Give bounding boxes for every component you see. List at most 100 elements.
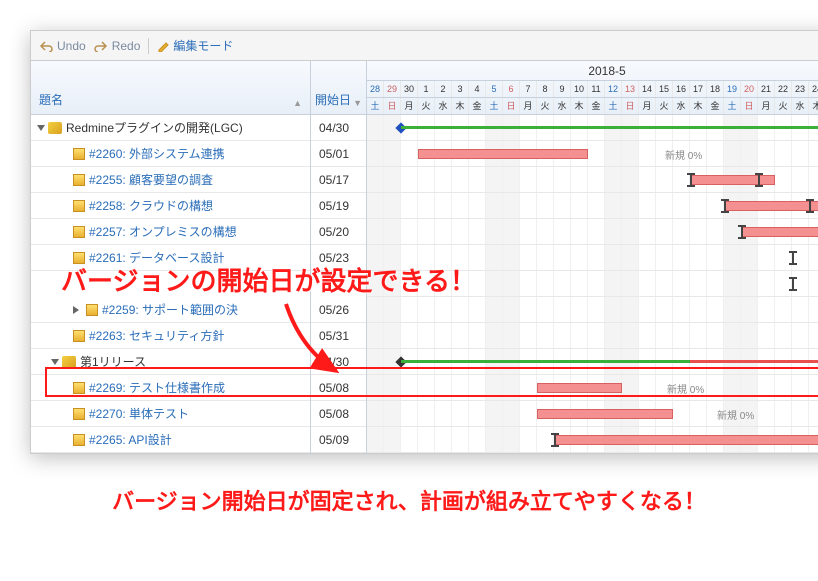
date-cell: 05/20 [311, 219, 366, 245]
day-num: 4 [469, 81, 486, 97]
task-row[interactable]: #2255: 顧客要望の調査 [31, 167, 310, 193]
weekday: 月 [520, 98, 537, 114]
toolbar: Undo Redo 編集モード [31, 31, 818, 61]
day-num: 12 [605, 81, 622, 97]
summary-bar[interactable] [690, 360, 818, 363]
date-cell: 05/17 [311, 167, 366, 193]
day-num: 6 [503, 81, 520, 97]
day-num: 18 [707, 81, 724, 97]
row-subject: #2258: クラウドの構想 [89, 197, 213, 214]
day-num: 15 [656, 81, 673, 97]
task-row[interactable]: #2269: テスト仕様書作成 [31, 375, 310, 401]
status-label: 新規 0% [717, 407, 754, 422]
task-row[interactable]: #2258: クラウドの構想 [31, 193, 310, 219]
edit-mode-button[interactable]: 編集モード [157, 37, 233, 54]
row-subject: #2265: API設計 [89, 431, 172, 448]
task-icon [73, 200, 85, 212]
day-num: 2 [435, 81, 452, 97]
row-subject: #2259: サポート範囲の決 [102, 301, 238, 318]
day-num: 29 [384, 81, 401, 97]
gantt-row [367, 349, 818, 375]
bar-handle-icon[interactable] [741, 225, 743, 239]
gantt-row: 新規 0 [367, 219, 818, 245]
row-subject: #2257: オンプレミスの構想 [89, 223, 237, 240]
bar-handle-icon[interactable] [724, 199, 726, 213]
weekday: 土 [486, 98, 503, 114]
weekday: 水 [554, 98, 571, 114]
day-num: 7 [520, 81, 537, 97]
weekday: 火 [537, 98, 554, 114]
task-bar[interactable] [554, 435, 818, 445]
main-area: 題名 ▲ Redmineプラグインの開発(LGC)#2260: 外部システム連携… [31, 61, 818, 453]
summary-bar[interactable] [401, 360, 690, 363]
task-bar[interactable] [724, 201, 818, 211]
task-row[interactable]: #2270: 単体テスト [31, 401, 310, 427]
gantt-row: 新規 0% [367, 141, 818, 167]
weekday: 水 [792, 98, 809, 114]
group-row[interactable]: Redmineプラグインの開発(LGC) [31, 115, 310, 141]
day-num: 17 [690, 81, 707, 97]
gantt-header: 2018-5 282930123456789101112131415161718… [367, 61, 818, 115]
subject-header[interactable]: 題名 ▲ [31, 61, 310, 115]
task-row[interactable]: #2260: 外部システム連携 [31, 141, 310, 167]
date-cell: 05/31 [311, 323, 366, 349]
weekday: 火 [418, 98, 435, 114]
weekday: 木 [690, 98, 707, 114]
redo-label: Redo [112, 39, 141, 53]
weekday: 火 [656, 98, 673, 114]
task-row[interactable]: #2259: サポート範囲の決 [31, 297, 310, 323]
gantt-row [367, 297, 818, 323]
gantt-row: 新規 0% [367, 375, 818, 401]
task-icon [73, 226, 85, 238]
task-row[interactable]: #2265: API設計 [31, 427, 310, 453]
redo-icon [94, 40, 108, 52]
task-bar[interactable] [690, 175, 775, 185]
task-bar[interactable] [741, 227, 818, 237]
row-subject: 第1リリース [80, 353, 146, 370]
gantt-row [367, 245, 818, 271]
day-numbers: 2829301234567891011121314151617181920212… [367, 81, 818, 98]
day-num: 1 [418, 81, 435, 97]
task-row[interactable]: #2257: オンプレミスの構想 [31, 219, 310, 245]
date-header[interactable]: 開始日 ▼ [311, 61, 366, 115]
summary-bar[interactable] [401, 126, 818, 129]
task-icon [73, 408, 85, 420]
task-row[interactable]: #2263: セキュリティ方針 [31, 323, 310, 349]
row-subject: #2261: データベース設計 [89, 249, 224, 266]
group-row[interactable]: 第1リリース [31, 349, 310, 375]
bar-handle-icon[interactable] [809, 199, 811, 213]
gantt-row [367, 271, 818, 297]
weekday: 金 [588, 98, 605, 114]
day-num: 23 [792, 81, 809, 97]
expand-icon[interactable] [37, 125, 45, 131]
weekday: 水 [673, 98, 690, 114]
bar-handle-icon[interactable] [554, 433, 556, 447]
gantt-row [367, 115, 818, 141]
day-num: 16 [673, 81, 690, 97]
day-num: 30 [401, 81, 418, 97]
subject-header-label: 題名 [39, 91, 63, 108]
bar-handle-icon[interactable] [690, 173, 692, 187]
sort-icon[interactable]: ▼ [353, 98, 362, 108]
day-num: 11 [588, 81, 605, 97]
weekday: 月 [758, 98, 775, 114]
task-row[interactable]: #2261: データベース設計 [31, 245, 310, 271]
undo-button[interactable]: Undo [39, 39, 86, 53]
date-cell: 05/01 [311, 141, 366, 167]
task-bar[interactable] [537, 409, 673, 419]
task-bar[interactable] [537, 383, 622, 393]
bar-handle-icon[interactable] [758, 173, 760, 187]
sort-icon[interactable]: ▲ [293, 98, 302, 108]
expand-icon[interactable] [51, 359, 59, 365]
weekday: 土 [724, 98, 741, 114]
day-num: 14 [639, 81, 656, 97]
bar-handle-icon[interactable] [792, 277, 794, 291]
task-icon [73, 148, 85, 160]
redo-button[interactable]: Redo [94, 39, 141, 53]
weekday: 水 [435, 98, 452, 114]
date-cell: 05/19 [311, 193, 366, 219]
expand-icon[interactable] [73, 306, 83, 314]
task-bar[interactable] [418, 149, 588, 159]
day-num: 9 [554, 81, 571, 97]
bar-handle-icon[interactable] [792, 251, 794, 265]
